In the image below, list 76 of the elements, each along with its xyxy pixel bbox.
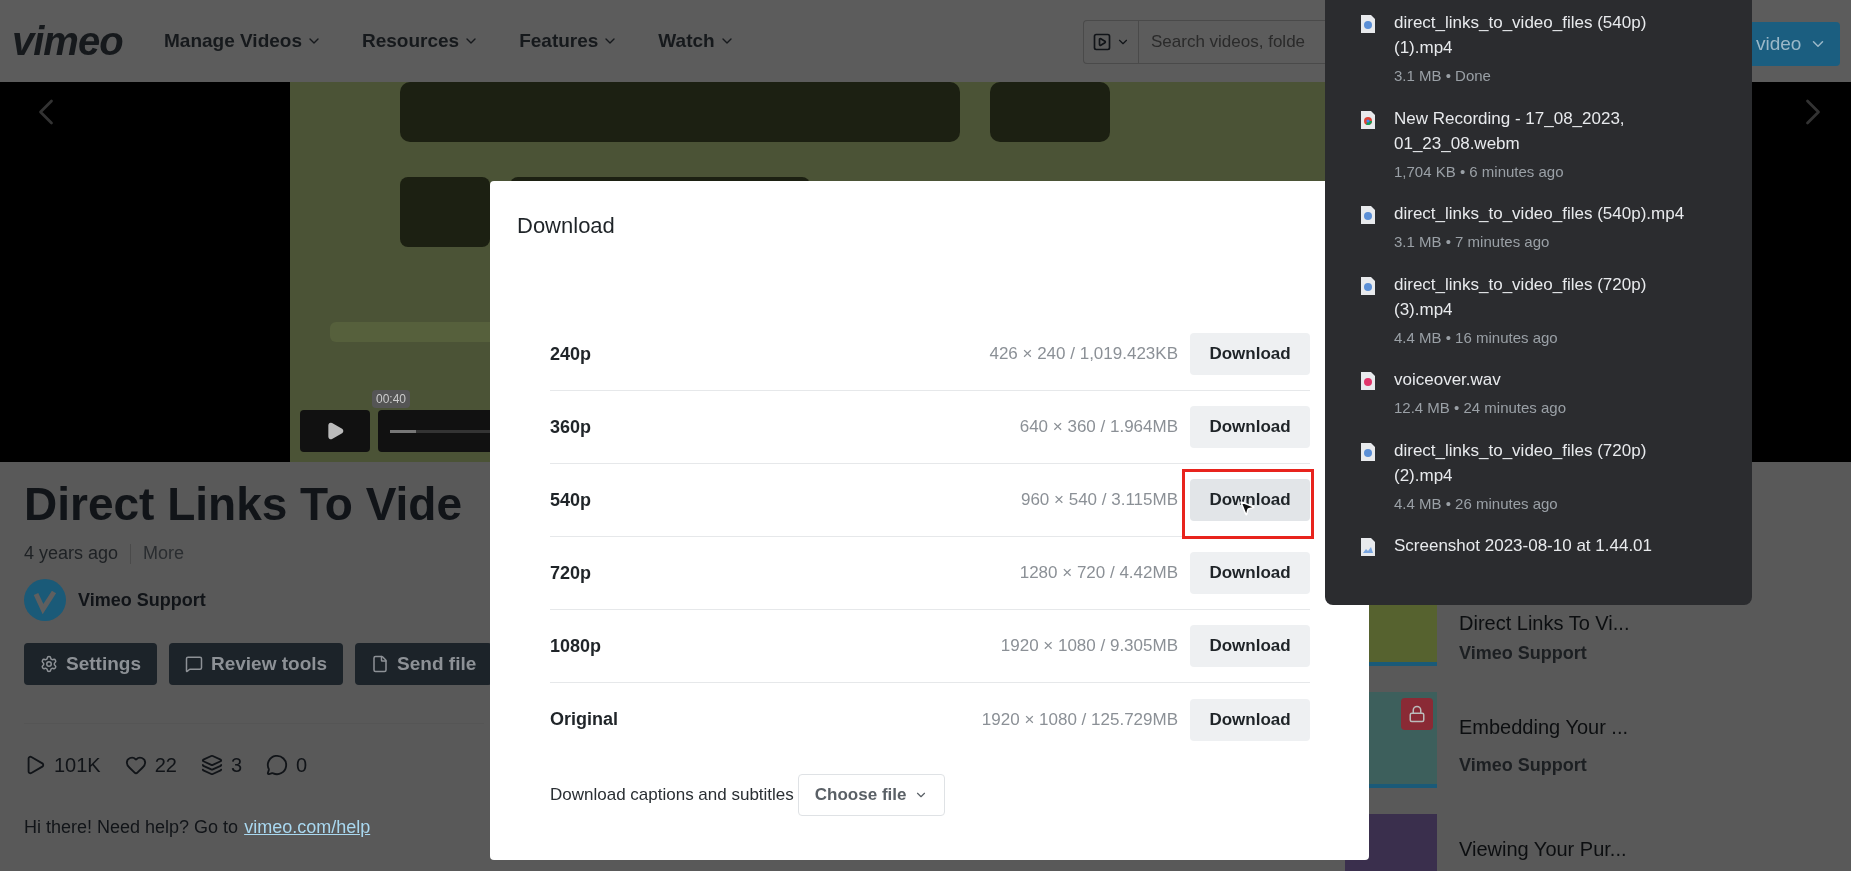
file-info: 1920 × 1080 / 125.729MB [981,708,1178,731]
download-status: 1,704 KB • 6 minutes ago [1394,161,1565,182]
description-text: Hi there! Need help? Go to [24,816,239,839]
file-icon [1360,109,1376,130]
logo[interactable]: vimeo [12,11,152,71]
help-link[interactable]: vimeo.com/help [244,814,371,841]
download-status: 4.4 MB • 16 minutes ago [1394,327,1559,348]
stat-count: 3 [230,753,243,778]
download-button[interactable]: Download [1190,333,1310,375]
layers-icon [200,754,223,776]
related-owner: Vimeo Support [1459,642,1588,665]
quality-label: 1080p [550,634,602,658]
download-status: 3.1 MB • 7 minutes ago [1394,232,1551,252]
download-filename[interactable]: voiceover.wav [1394,367,1686,392]
download-filename[interactable]: Screenshot 2023-08-10 at 1.44.01 [1394,533,1686,558]
download-button[interactable]: Download [1190,625,1310,667]
nav-menu[interactable]: Resources [362,26,480,56]
play-button[interactable] [300,410,370,452]
download-status: 3.1 MB • Done [1394,66,1492,86]
related-title[interactable]: Direct Links To Vi... [1459,608,1630,638]
download-filename[interactable]: direct_links_to_video_files (720p) (3).mp4 [1394,271,1686,322]
file-icon [1360,537,1376,557]
file-info: 1280 × 720 / 4.42MB [1019,562,1178,585]
file-icon [1360,205,1376,225]
quality-label: 720p [550,561,592,585]
settings-icon [40,655,58,673]
quality-label: 360p [550,415,592,439]
action-button[interactable]: Send file [355,643,493,685]
choose-file-dropdown[interactable]: Choose file [797,774,946,816]
video-icon [1092,32,1112,52]
download-button[interactable]: Download [1190,552,1310,594]
upload-age: 4 years ago [24,542,119,565]
time-tooltip: 00:40 [372,390,411,408]
file-icon [1360,441,1376,462]
speech-bubble-icon [184,655,203,673]
stat-count: 22 [154,753,177,778]
action-button[interactable]: Review tools [168,643,344,685]
quality-label: 240p [550,342,592,366]
captions-label: Download captions and subtitles [550,784,794,807]
file-info: 426 × 240 / 1,019.423KB [989,343,1178,366]
file-icon [1360,275,1376,296]
nav-menu[interactable]: Features [519,26,619,56]
file-info: 960 × 540 / 3.115MB [1020,489,1178,512]
comment-icon [266,754,289,776]
download-status: 4.4 MB • 26 minutes ago [1394,493,1559,514]
file-info: 640 × 360 / 1.964MB [1019,416,1178,439]
file-icon [1360,14,1376,34]
related-owner: Vimeo Support [1459,754,1588,777]
stat-count: 0 [296,753,308,778]
owner-name[interactable]: Vimeo Support [78,586,206,614]
file-info: 1920 × 1080 / 9.305MB [1000,635,1178,658]
download-filename[interactable]: direct_links_to_video_files (540p) (1).mp4 [1394,10,1686,60]
download-filename[interactable]: New Recording - 17_08_2023, 01_23_08.webm [1394,105,1686,156]
file-icon [1360,371,1376,391]
file-icon [371,655,390,673]
video-title: Direct Links To Vide [24,477,462,532]
stat-count: 101K [54,753,101,778]
lock-icon [1408,705,1426,723]
new-video-button[interactable]: video [1752,22,1840,66]
heart-icon [124,754,147,776]
download-button[interactable]: Download [1190,698,1310,741]
play-icon [325,421,345,441]
download-filename[interactable]: direct_links_to_video_files (540p).mp4 [1394,201,1686,226]
related-title[interactable]: Viewing Your Pur... [1459,834,1627,864]
avatar-icon [24,579,66,621]
related-title[interactable]: Embedding Your ... [1459,712,1628,742]
download-button[interactable]: Download [1190,479,1310,521]
download-button[interactable]: Download [1190,406,1310,448]
nav-menu[interactable]: Manage Videos [164,26,322,56]
quality-label: 540p [550,488,592,512]
nav-menu[interactable]: Watch [658,26,735,56]
quality-label: Original [550,708,618,731]
download-status: 12.4 MB • 24 minutes ago [1394,398,1568,418]
dialog-title: Download [517,212,616,240]
download-filename[interactable]: direct_links_to_video_files (720p) (2).mp4 [1394,437,1686,488]
action-button[interactable]: Settings [24,643,157,685]
